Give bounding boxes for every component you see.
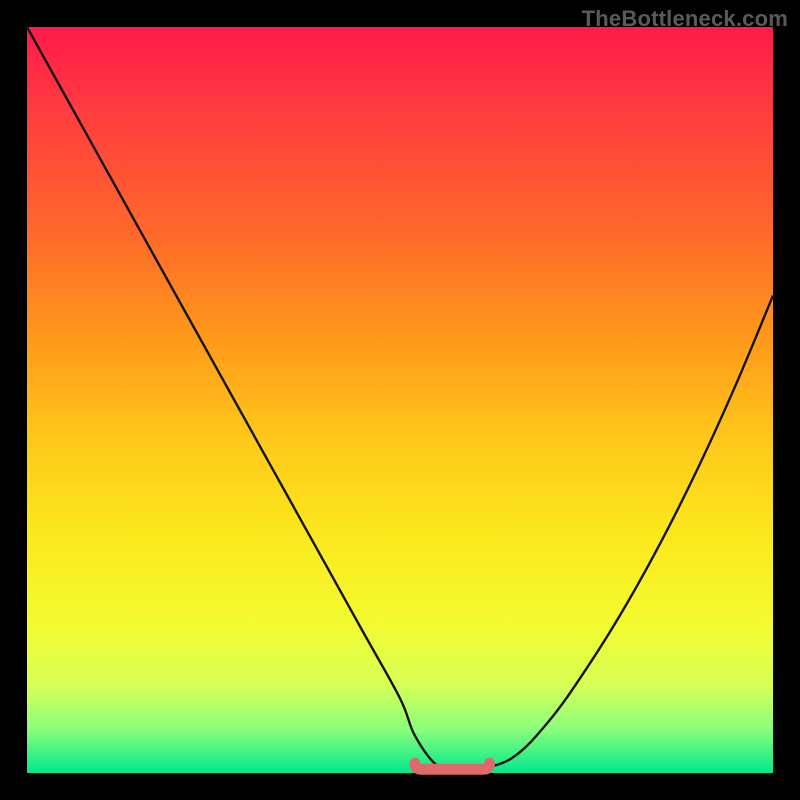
chart-frame: TheBottleneck.com [0, 0, 800, 800]
watermark-text: TheBottleneck.com [582, 6, 788, 32]
bottleneck-curve [27, 27, 773, 770]
plot-area [27, 27, 773, 773]
curve-layer [27, 27, 773, 773]
flat-minimum-marker [415, 763, 490, 769]
